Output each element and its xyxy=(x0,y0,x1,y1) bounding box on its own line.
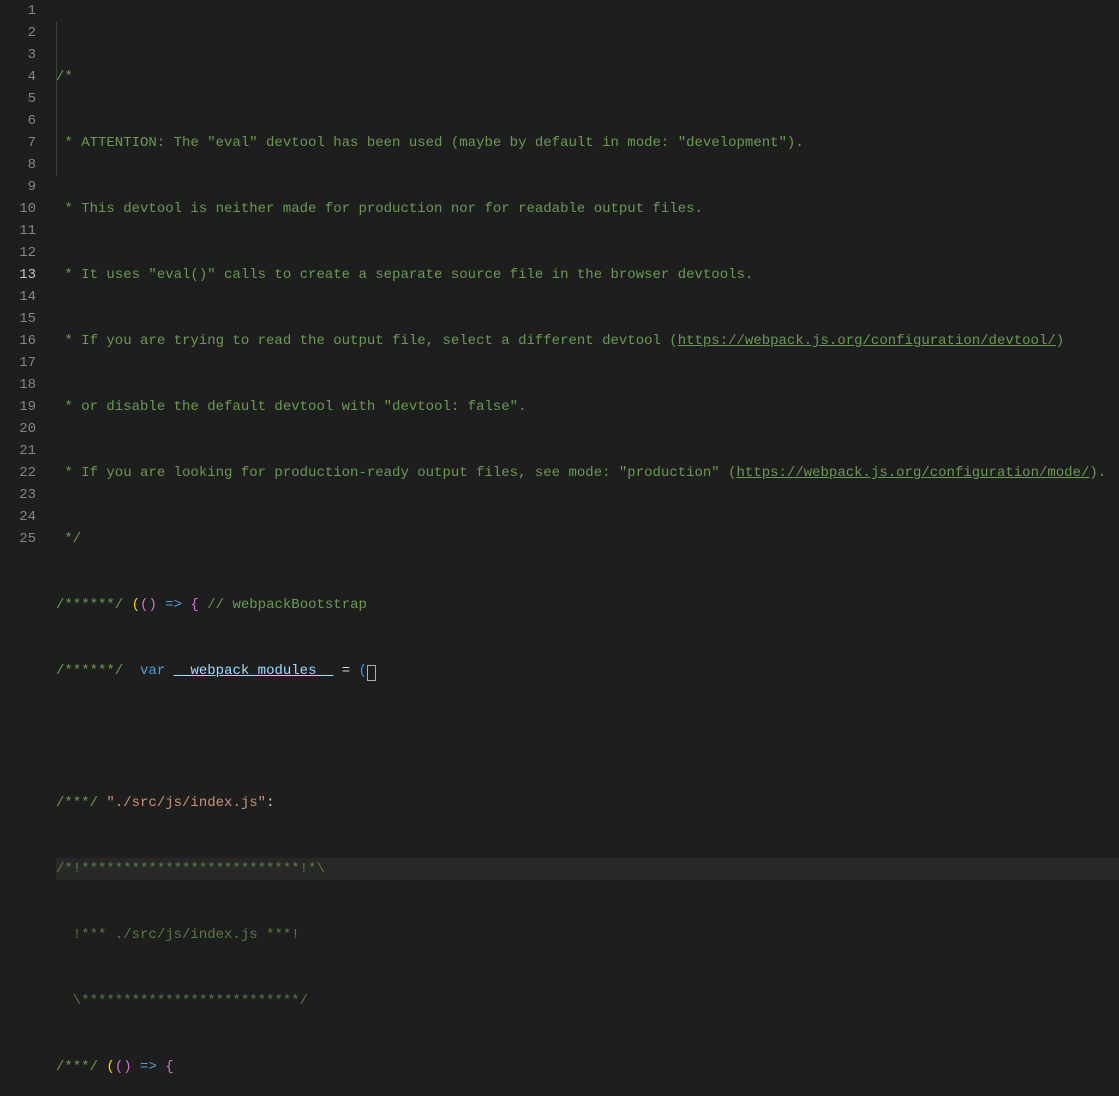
code-line: \**************************/ xyxy=(56,990,1119,1012)
line-number: 24 xyxy=(0,506,36,528)
line-number: 21 xyxy=(0,440,36,462)
line-number: 17 xyxy=(0,352,36,374)
code-line: /******/ var __webpack_modules__ = ( xyxy=(56,660,1119,682)
line-number: 3 xyxy=(0,44,36,66)
line-number: 14 xyxy=(0,286,36,308)
line-number: 16 xyxy=(0,330,36,352)
code-line: * or disable the default devtool with "d… xyxy=(56,396,1119,418)
code-line: !*** ./src/js/index.js ***! xyxy=(56,924,1119,946)
code-line: * This devtool is neither made for produ… xyxy=(56,198,1119,220)
line-number: 12 xyxy=(0,242,36,264)
bracket-highlight xyxy=(367,665,376,681)
line-number: 15 xyxy=(0,308,36,330)
code-line: /* xyxy=(56,66,1119,88)
devtool-link[interactable]: https://webpack.js.org/configuration/dev… xyxy=(678,333,1056,349)
code-editor[interactable]: 1 2 3 4 5 6 7 8 9 10 11 12 13 14 15 16 1… xyxy=(0,0,1119,548)
line-number: 6 xyxy=(0,110,36,132)
line-number: 5 xyxy=(0,88,36,110)
code-line: /******/ (() => { // webpackBootstrap xyxy=(56,594,1119,616)
code-line: * It uses "eval()" calls to create a sep… xyxy=(56,264,1119,286)
line-number-gutter: 1 2 3 4 5 6 7 8 9 10 11 12 13 14 15 16 1… xyxy=(0,0,48,548)
line-number: 10 xyxy=(0,198,36,220)
code-area[interactable]: /* * ATTENTION: The "eval" devtool has b… xyxy=(48,0,1119,548)
line-number: 20 xyxy=(0,418,36,440)
code-line xyxy=(56,726,1119,748)
code-line-current: /*!**************************!*\ xyxy=(56,858,1119,880)
code-line: */ xyxy=(56,528,1119,550)
line-number: 18 xyxy=(0,374,36,396)
line-number: 11 xyxy=(0,220,36,242)
line-number: 2 xyxy=(0,22,36,44)
line-number: 22 xyxy=(0,462,36,484)
code-line: * If you are looking for production-read… xyxy=(56,462,1119,484)
code-line: * ATTENTION: The "eval" devtool has been… xyxy=(56,132,1119,154)
line-number: 8 xyxy=(0,154,36,176)
line-number: 13 xyxy=(0,264,36,286)
line-number: 25 xyxy=(0,528,36,550)
mode-link[interactable]: https://webpack.js.org/configuration/mod… xyxy=(737,465,1090,481)
line-number: 4 xyxy=(0,66,36,88)
line-number: 23 xyxy=(0,484,36,506)
code-line: * If you are trying to read the output f… xyxy=(56,330,1119,352)
indent-guide xyxy=(56,22,57,176)
code-line: /***/ (() => { xyxy=(56,1056,1119,1078)
line-number: 1 xyxy=(0,0,36,22)
code-line: /***/ "./src/js/index.js": xyxy=(56,792,1119,814)
line-number: 9 xyxy=(0,176,36,198)
line-number: 19 xyxy=(0,396,36,418)
line-number: 7 xyxy=(0,132,36,154)
